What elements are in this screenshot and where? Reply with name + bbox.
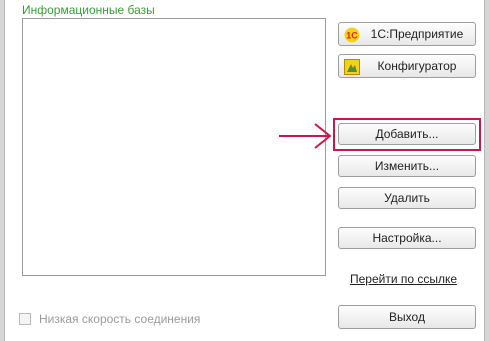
add-button-label: Добавить... [375, 127, 439, 141]
delete-button-label: Удалить [384, 191, 430, 205]
low-speed-option[interactable]: Низкая скорость соединения [19, 312, 200, 326]
1c-logo-icon: 1С [344, 27, 360, 43]
low-speed-checkbox[interactable] [19, 313, 31, 325]
svg-text:1С: 1С [346, 31, 358, 41]
configurator-icon [344, 59, 360, 75]
delete-button[interactable]: Удалить [338, 187, 476, 209]
settings-button-label: Настройка... [372, 231, 442, 245]
configurator-button[interactable]: Конфигуратор [338, 54, 476, 78]
settings-button[interactable]: Настройка... [338, 227, 476, 249]
add-button[interactable]: Добавить... [338, 123, 476, 145]
follow-link[interactable]: Перейти по ссылке [350, 272, 457, 286]
edit-button[interactable]: Изменить... [338, 155, 476, 177]
enterprise-button-label: 1С:Предприятие [370, 27, 464, 41]
arrow-right-icon [279, 123, 332, 149]
exit-button-label: Выход [389, 310, 425, 324]
edit-button-label: Изменить... [374, 159, 440, 173]
enterprise-button[interactable]: 1С 1С:Предприятие [338, 22, 476, 46]
configurator-button-label: Конфигуратор [377, 59, 457, 73]
low-speed-label: Низкая скорость соединения [39, 312, 201, 326]
infobases-label: Информационные базы [22, 3, 155, 17]
exit-button[interactable]: Выход [338, 305, 476, 329]
